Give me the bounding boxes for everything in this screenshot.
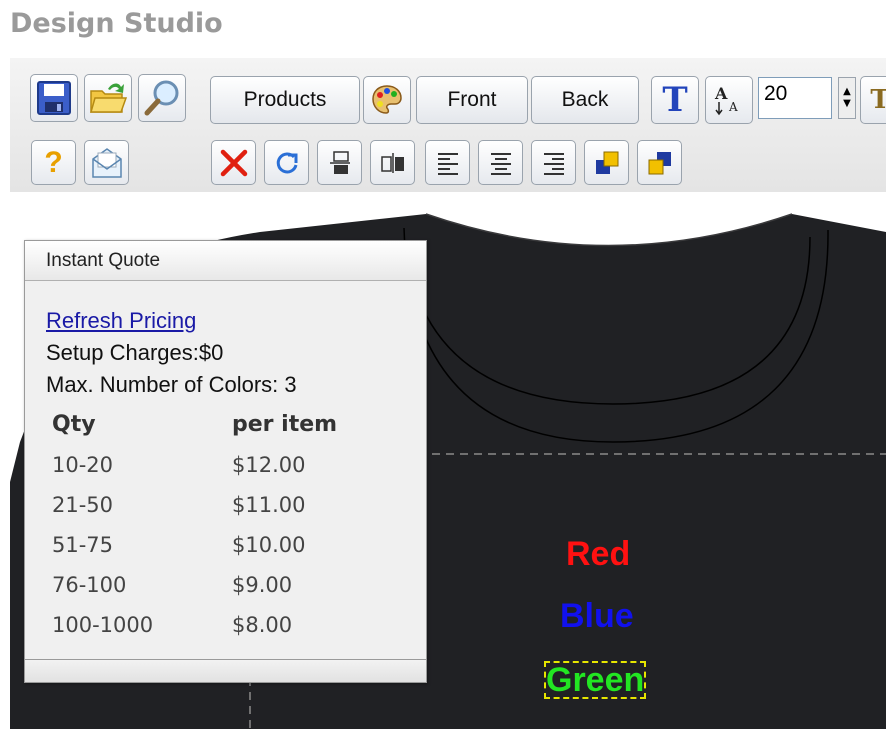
price-cell: $9.00 <box>232 573 293 597</box>
back-button[interactable]: Back <box>531 76 639 124</box>
font-style-icon: T <box>870 85 886 115</box>
send-backward-icon <box>648 151 671 174</box>
palette-icon <box>372 85 402 114</box>
products-button[interactable]: Products <box>210 76 360 124</box>
color-palette-button[interactable] <box>363 76 411 124</box>
font-size-input[interactable]: 20 <box>758 77 832 119</box>
rotate-button[interactable] <box>264 140 309 185</box>
pricing-header-row: Qty per item <box>52 405 337 445</box>
flip-vertical-icon <box>329 150 350 174</box>
table-row: 100-1000 $8.00 <box>52 605 337 645</box>
price-cell: $11.00 <box>232 493 306 517</box>
open-button[interactable] <box>84 74 132 122</box>
price-cell: $12.00 <box>232 453 306 477</box>
svg-text:A: A <box>728 100 738 114</box>
save-button[interactable] <box>30 74 78 122</box>
table-row: 76-100 $9.00 <box>52 565 337 605</box>
price-column-header: per item <box>232 412 338 437</box>
text-tool-icon: T <box>662 80 688 120</box>
align-right-button[interactable] <box>531 140 576 185</box>
svg-text:A: A <box>714 84 728 103</box>
qty-column-header: Qty <box>52 412 96 437</box>
align-left-icon <box>437 152 458 175</box>
spinner-up-icon[interactable]: ▲ <box>843 86 851 98</box>
design-text-green[interactable]: Green <box>543 661 647 699</box>
open-folder-icon <box>90 83 128 113</box>
flip-vertical-button[interactable] <box>317 140 362 185</box>
table-row: 51-75 $10.00 <box>52 525 337 565</box>
pricing-table: Qty per item 10-20 $12.00 21-50 $11.00 5… <box>52 405 337 645</box>
instant-quote-body: Refresh Pricing Setup Charges:$0 Max. Nu… <box>25 281 426 645</box>
spinner-down-icon[interactable]: ▼ <box>843 98 851 110</box>
font-style-button[interactable]: T <box>860 76 886 124</box>
front-button[interactable]: Front <box>416 76 528 124</box>
font-size-spinner[interactable]: ▲ ▼ <box>838 77 856 119</box>
help-button[interactable]: ? <box>31 140 76 185</box>
price-cell: $10.00 <box>232 533 306 557</box>
delete-icon <box>220 149 247 176</box>
design-text-blue[interactable]: Blue <box>560 597 634 636</box>
font-size-button[interactable]: A A <box>705 76 753 124</box>
qty-cell: 100-1000 <box>52 613 154 637</box>
flip-horizontal-button[interactable] <box>370 140 415 185</box>
add-text-button[interactable]: T <box>651 76 699 124</box>
save-icon <box>37 81 71 115</box>
align-center-icon <box>490 152 511 175</box>
email-button[interactable] <box>84 140 129 185</box>
instant-quote-panel: Instant Quote Refresh Pricing Setup Char… <box>24 240 427 683</box>
price-cell: $8.00 <box>232 613 293 637</box>
refresh-pricing-link[interactable]: Refresh Pricing <box>46 308 196 333</box>
align-center-button[interactable] <box>478 140 523 185</box>
table-row: 21-50 $11.00 <box>52 485 337 525</box>
bring-forward-button[interactable] <box>584 140 629 185</box>
instant-quote-header[interactable]: Instant Quote <box>25 241 426 281</box>
max-colors: Max. Number of Colors: 3 <box>46 372 297 397</box>
qty-cell: 51-75 <box>52 533 114 557</box>
table-row: 10-20 $12.00 <box>52 445 337 485</box>
flip-horizontal-icon <box>380 152 404 173</box>
instant-quote-footer <box>25 659 426 682</box>
delete-button[interactable] <box>211 140 256 185</box>
send-backward-button[interactable] <box>637 140 682 185</box>
rotate-icon <box>276 151 297 173</box>
help-icon: ? <box>44 145 63 179</box>
align-right-icon <box>543 152 564 175</box>
align-left-button[interactable] <box>425 140 470 185</box>
zoom-icon <box>144 80 179 116</box>
qty-cell: 21-50 <box>52 493 114 517</box>
zoom-button[interactable] <box>138 74 186 122</box>
qty-cell: 76-100 <box>52 573 127 597</box>
qty-cell: 10-20 <box>52 453 114 477</box>
mail-icon <box>91 147 122 178</box>
bring-forward-icon <box>595 151 618 174</box>
setup-charges: Setup Charges:$0 <box>46 340 224 365</box>
design-text-red[interactable]: Red <box>566 535 630 574</box>
font-size-icon: A A <box>714 84 738 116</box>
app-title: Design Studio <box>10 8 223 39</box>
